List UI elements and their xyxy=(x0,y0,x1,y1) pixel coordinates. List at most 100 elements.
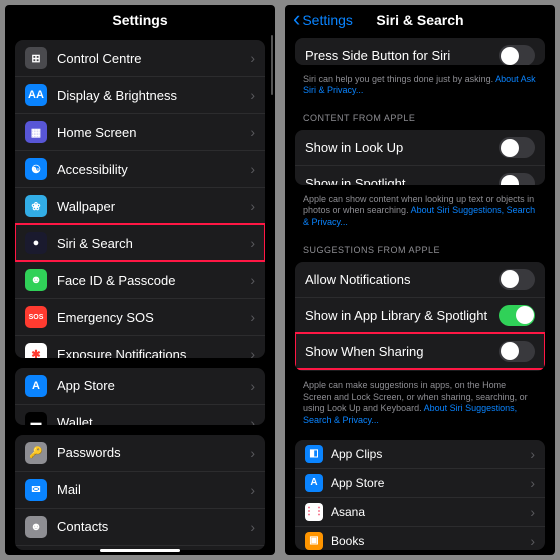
settings-row-contacts[interactable]: ☻Contacts› xyxy=(15,508,265,545)
toggle-switch[interactable] xyxy=(499,269,535,290)
mail-icon: ✉ xyxy=(25,479,47,501)
row-label: Show When Sharing xyxy=(305,344,499,359)
app-row-asana[interactable]: ⋮⋮Asana› xyxy=(295,497,545,526)
footer-text: Apple can show content when looking up t… xyxy=(285,190,555,237)
scrollbar[interactable] xyxy=(271,35,273,95)
row-label: Contacts xyxy=(57,519,250,534)
chevron-right-icon: › xyxy=(250,161,255,177)
settings-row-accessibility[interactable]: ☯Accessibility› xyxy=(15,150,265,187)
appstore-icon: A xyxy=(305,474,323,492)
settings-screen: Settings ⊞Control Centre›AADisplay & Bri… xyxy=(5,5,275,555)
row-label: Emergency SOS xyxy=(57,310,250,325)
toggle-switch[interactable] xyxy=(499,173,535,184)
settings-row-passwords[interactable]: 🔑 Passwords› xyxy=(15,435,265,471)
suggestions-group: Allow Notifications Show in App Library &… xyxy=(295,262,545,371)
footer-text: Siri can help you get things done just b… xyxy=(285,70,555,105)
app-row-app-store[interactable]: A App Store› xyxy=(295,468,545,497)
apps-group: ◧App Clips›AApp Store›⋮⋮Asana›▣Books›▦Ca… xyxy=(295,440,545,550)
chevron-right-icon: › xyxy=(250,415,255,425)
chevron-right-icon: › xyxy=(250,482,255,498)
row-label: Mail xyxy=(57,482,250,497)
settings-group: AApp Store›▬Wallet› xyxy=(15,368,265,425)
row-label: Show in App Library & Spotlight xyxy=(305,308,499,323)
settings-row-wallet[interactable]: ▬ Wallet› xyxy=(15,404,265,425)
page-title: Siri & Search xyxy=(376,12,463,28)
chevron-right-icon: › xyxy=(250,235,255,251)
display-icon: AA xyxy=(25,84,47,106)
chevron-right-icon: › xyxy=(250,346,255,358)
faceid-icon: ☻ xyxy=(25,269,47,291)
settings-row-siri-search[interactable]: ●Siri & Search› xyxy=(15,224,265,261)
settings-row-mail[interactable]: ✉ Mail› xyxy=(15,471,265,508)
settings-group: 🔑Passwords›✉Mail›☻Contacts›▦Calendar› xyxy=(15,435,265,550)
chevron-right-icon: › xyxy=(530,475,535,491)
row-label: Asana xyxy=(331,505,530,519)
chevron-right-icon: › xyxy=(250,445,255,461)
siri-search-screen: Settings Siri & Search Press Side Button… xyxy=(285,5,555,555)
row-label: Control Centre xyxy=(57,51,250,66)
settings-row-app-store[interactable]: A App Store› xyxy=(15,368,265,404)
settings-row-exposure-notifications[interactable]: ✱ Exposure Notifications› xyxy=(15,335,265,358)
back-button[interactable]: Settings xyxy=(293,12,353,28)
chevron-right-icon: › xyxy=(250,272,255,288)
chevron-right-icon: › xyxy=(530,533,535,549)
asana-icon: ⋮⋮ xyxy=(305,503,323,521)
app-row-app-clips[interactable]: ◧App Clips› xyxy=(295,440,545,468)
home-screen-icon: ▦ xyxy=(25,121,47,143)
row-label: App Store xyxy=(57,378,250,393)
section-header: CONTENT FROM APPLE xyxy=(285,105,555,125)
appstore-icon: A xyxy=(25,375,47,397)
toggle-switch[interactable] xyxy=(499,45,535,65)
settings-row-face-id-passcode[interactable]: ☻ Face ID & Passcode› xyxy=(15,261,265,298)
chevron-right-icon: › xyxy=(250,50,255,66)
row-label: App Store xyxy=(331,476,530,490)
toggle-row-show-when-listening: Show When Listening xyxy=(295,369,545,371)
control-centre-icon: ⊞ xyxy=(25,47,47,69)
row-label: App Clips xyxy=(331,447,530,461)
contacts-icon: ☻ xyxy=(25,516,47,538)
toggle-row-show-in-look-up: Show in Look Up xyxy=(295,130,545,165)
settings-row-display-brightness[interactable]: AADisplay & Brightness› xyxy=(15,76,265,113)
toggle-row-show-in-app-library-spotlight: Show in App Library & Spotlight xyxy=(295,297,545,333)
chevron-right-icon: › xyxy=(250,198,255,214)
settings-row-home-screen[interactable]: ▦Home Screen› xyxy=(15,113,265,150)
nav-bar: Settings xyxy=(5,5,275,35)
row-label: Show in Spotlight xyxy=(305,176,499,184)
app-row-books[interactable]: ▣ Books› xyxy=(295,526,545,550)
section-header: SUGGESTIONS FROM APPLE xyxy=(285,237,555,257)
row-label: Face ID & Passcode xyxy=(57,273,250,288)
sos-icon: SOS xyxy=(25,306,47,328)
row-label: Passwords xyxy=(57,445,250,460)
books-icon: ▣ xyxy=(305,532,323,550)
exposure-icon: ✱ xyxy=(25,343,47,358)
settings-row-wallpaper[interactable]: ❀Wallpaper› xyxy=(15,187,265,224)
row-label: Exposure Notifications xyxy=(57,347,250,358)
settings-row-control-centre[interactable]: ⊞ Control Centre› xyxy=(15,40,265,76)
passwords-icon: 🔑 xyxy=(25,442,47,464)
page-title: Settings xyxy=(112,12,167,28)
siri-settings-list[interactable]: Press Side Button for Siri Siri can help… xyxy=(285,33,555,555)
row-label: Allow Notifications xyxy=(305,272,499,287)
row-label: Books xyxy=(331,534,530,548)
footer-text: Apple can make suggestions in apps, on t… xyxy=(285,376,555,435)
chevron-right-icon: › xyxy=(250,378,255,394)
siri-icon: ● xyxy=(25,232,47,254)
toggle-row-press-side-button-for-siri: Press Side Button for Siri xyxy=(295,38,545,65)
home-indicator[interactable] xyxy=(100,549,180,552)
row-label: Home Screen xyxy=(57,125,250,140)
row-label: Display & Brightness xyxy=(57,88,250,103)
toggle-switch[interactable] xyxy=(499,305,535,326)
chevron-right-icon: › xyxy=(250,309,255,325)
toggle-row-show-when-sharing: Show When Sharing xyxy=(295,333,545,369)
toggle-row-allow-notifications: Allow Notifications xyxy=(295,262,545,297)
accessibility-icon: ☯ xyxy=(25,158,47,180)
settings-group: ⊞Control Centre›AADisplay & Brightness›▦… xyxy=(15,40,265,358)
nav-bar: Settings Siri & Search xyxy=(285,5,555,35)
toggle-switch[interactable] xyxy=(499,137,535,158)
settings-list[interactable]: ⊞Control Centre›AADisplay & Brightness›▦… xyxy=(5,35,275,555)
settings-row-emergency-sos[interactable]: SOS Emergency SOS› xyxy=(15,298,265,335)
wallet-icon: ▬ xyxy=(25,412,47,425)
siri-activation-group: Press Side Button for Siri xyxy=(295,38,545,65)
toggle-switch[interactable] xyxy=(499,341,535,362)
row-label: Wallet xyxy=(57,415,250,425)
